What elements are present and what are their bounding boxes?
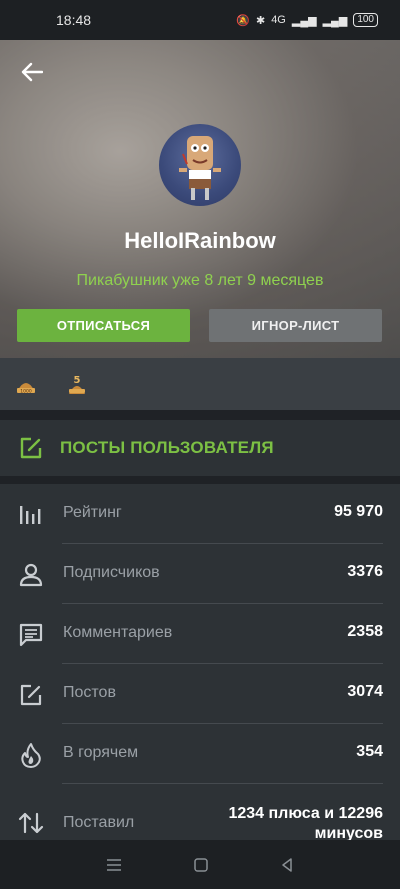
stat-label: Подписчиков [63,564,160,581]
network-label: 4G [271,14,286,26]
edit-icon [20,684,42,706]
award-5-years-icon[interactable]: 5 [66,372,88,396]
award-1000-icon[interactable]: 1000 [15,372,37,396]
stat-votes-given: Поставил 1234 плюса и 12296 минусов [0,784,400,842]
avatar-image [179,136,221,200]
status-icons: 🔕 ✱ 4G ▂▄▆ ▂▄▆ 100 [236,13,378,27]
back-button[interactable] [18,58,46,86]
menu-icon[interactable] [105,858,123,872]
tenure-text: Пикабушник уже 8 лет 9 месяцев [76,272,324,289]
stat-value: 3376 [347,563,383,580]
unsubscribe-button[interactable]: ОТПИСАТЬСЯ [17,309,190,342]
username: HelloIRainbow [124,228,276,253]
stats-list: Рейтинг 95 970 Подписчиков 3376 Коммента… [0,484,400,842]
arrow-left-icon [21,62,43,82]
stat-label: Комментариев [63,624,173,641]
user-posts-link[interactable]: ПОСТЫ ПОЛЬЗОВАТЕЛЯ [0,420,400,476]
stat-label: Рейтинг [63,504,122,521]
signal-icon-2: ▂▄▆ [322,14,348,27]
signal-icon: ▂▄▆ [291,14,317,27]
divider [0,410,400,420]
stat-rating: Рейтинг 95 970 [0,484,400,544]
divider [0,476,400,484]
awards-row: 1000 5 [0,358,400,410]
stat-value: 354 [356,743,383,760]
svg-text:5: 5 [74,375,81,386]
status-time: 18:48 [56,12,92,28]
rating-bars-icon [20,506,41,524]
stat-label: В горячем [63,744,139,761]
flame-icon [21,743,41,768]
bluetooth-icon: ✱ [255,14,266,27]
sort-arrows-icon [18,812,44,834]
stat-posts[interactable]: Постов 3074 [0,664,400,724]
home-icon[interactable] [193,857,209,873]
stat-comments[interactable]: Комментариев 2358 [0,604,400,664]
stat-label: Поставил [63,814,135,831]
stat-value: 1234 плюса и 12296 минусов [228,804,383,844]
stat-value: 2358 [347,623,383,640]
stat-value: 95 970 [334,503,383,520]
system-nav-bar [0,840,400,889]
status-bar: 18:48 🔕 ✱ 4G ▂▄▆ ▂▄▆ 100 [0,0,400,40]
mute-icon: 🔕 [236,14,250,27]
avatar[interactable] [159,124,241,206]
person-icon [19,563,43,587]
stat-subscribers[interactable]: Подписчиков 3376 [0,544,400,604]
svg-text:1000: 1000 [20,389,32,395]
profile-header: HelloIRainbow Пикабушник уже 8 лет 9 мес… [0,40,400,358]
battery-icon: 100 [353,13,378,27]
ignore-list-button[interactable]: ИГНОР-ЛИСТ [209,309,382,342]
stat-label: Постов [63,684,116,701]
stat-hot[interactable]: В горячем 354 [0,724,400,784]
stat-value: 3074 [347,683,383,700]
stat-value-line1: 1234 плюса и 12296 [228,805,383,822]
comment-icon [19,623,43,647]
edit-icon [20,437,42,459]
back-triangle-icon[interactable] [279,857,295,873]
user-posts-label: ПОСТЫ ПОЛЬЗОВАТЕЛЯ [60,438,274,457]
